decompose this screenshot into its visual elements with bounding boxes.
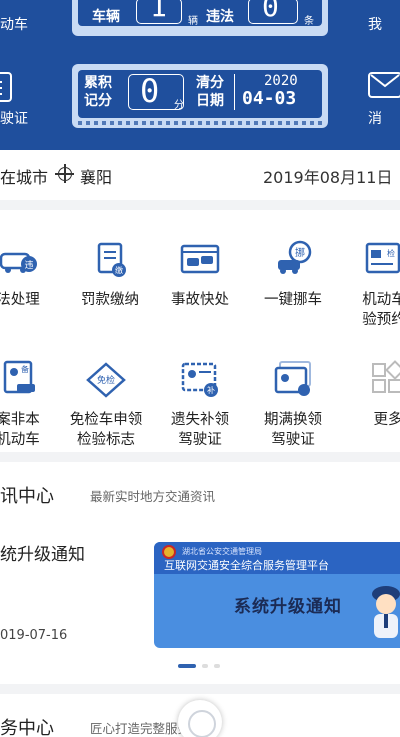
service-label: 罚款缴纳 [81, 292, 139, 308]
right-top-label: 我 [368, 17, 382, 33]
more-grid-icon [372, 360, 400, 393]
violation-unit: 条 [304, 16, 314, 27]
service-accident[interactable]: 事故快处 [152, 220, 248, 320]
move-car-icon: 挪 [278, 240, 312, 274]
license-icon [0, 72, 12, 102]
service-label: 法处理 [0, 292, 40, 308]
service-label: 案非本 机动车 [0, 412, 40, 448]
svg-text:检: 检 [387, 248, 395, 258]
exempt-label-icon: 免检 [86, 362, 126, 398]
violation-label: 违法 [206, 9, 234, 25]
accident-icon [180, 244, 220, 274]
car-violation-icon: 违 [0, 252, 37, 273]
points-card[interactable]: 累积 记分 0 分 清分 日期 2020 04-03 [72, 64, 328, 128]
svg-text:补: 补 [207, 385, 215, 395]
pager-dot [202, 664, 208, 668]
news-banner-image[interactable]: 湖北省公安交通管理局 互联网交通安全综合服务管理平台 系统升级通知 [154, 542, 400, 648]
svg-text:缴: 缴 [115, 265, 123, 275]
right-bottom-label: 消 [368, 111, 382, 127]
news-banner-headline: 系统升级通知 [234, 597, 342, 617]
service-nonlocal-vehicle[interactable]: 备 案非本 机动车 [0, 340, 66, 448]
service-violation[interactable]: 违 法处理 [0, 220, 66, 320]
vehicle-unit: 辆 [188, 16, 198, 27]
svg-text:备: 备 [21, 364, 29, 374]
points-value: 0 [140, 72, 160, 110]
news-banner-org: 互联网交通安全综合服务管理平台 [164, 559, 329, 572]
service-move-car[interactable]: 挪 一键挪车 [245, 220, 341, 320]
vehicle-count: 1 [150, 0, 167, 23]
service-renew-license[interactable]: 期满换领 驾驶证 [245, 340, 341, 448]
service-label: 免检车申领 检验标志 [69, 412, 143, 448]
service-label: 更多 [373, 412, 400, 428]
renew-license-icon [274, 361, 311, 396]
service-label: 机动车 验预约 [362, 292, 400, 328]
service-exempt-label[interactable]: 免检 免检车申领 检验标志 [58, 340, 154, 448]
service-lost-license[interactable]: 补 遗失补领 驾驶证 [152, 340, 248, 448]
news-item-date: 019-07-16 [0, 628, 68, 643]
nonlocal-vehicle-icon: 备 [3, 360, 35, 394]
service-label: 遗失补领 驾驶证 [171, 412, 229, 448]
svg-text:免检: 免检 [97, 374, 115, 385]
service-label: 一键挪车 [264, 292, 322, 308]
current-date: 2019年08月11日 [263, 168, 393, 187]
account-summary-banner: 动车 驶证 车辆 1 辆 违法 0 条 累积 记分 0 分 清分 日期 2020… [0, 0, 400, 150]
inspection-booking-icon: 检 [365, 242, 400, 274]
card-panel: 车辆 1 辆 违法 0 条 [78, 0, 322, 27]
clear-label-1: 清分 [196, 75, 224, 91]
service-inspection-booking[interactable]: 检 机动车 验预约 [336, 220, 400, 328]
city-label: 在城市 [0, 168, 49, 187]
vehicle-label: 车辆 [92, 9, 120, 25]
vehicle-violation-card[interactable]: 车辆 1 辆 违法 0 条 [72, 0, 328, 36]
news-section-title: 讯中心 [0, 486, 54, 507]
left-bottom-label: 驶证 [0, 111, 28, 127]
left-top-label: 动车 [0, 17, 28, 33]
points-label-2: 记分 [84, 93, 112, 109]
card-panel: 累积 记分 0 分 清分 日期 2020 04-03 [78, 70, 322, 118]
floating-action-button[interactable] [178, 700, 222, 737]
clear-month-day: 04-03 [242, 88, 297, 109]
location-bar: 在城市 襄阳 2019年08月11日 [0, 150, 400, 200]
violation-count: 0 [262, 0, 279, 23]
card-dots-decoration [78, 121, 322, 125]
news-center: 讯中心 最新实时地方交通资讯 统升级通知 019-07-16 湖北省公安交通管理… [0, 462, 400, 684]
message-icon [368, 72, 400, 98]
clear-year: 2020 [264, 73, 298, 89]
service-more[interactable]: 更多 [340, 340, 400, 440]
location-crosshair-icon[interactable] [55, 164, 74, 183]
news-banner-org-small: 湖北省公安交通管理局 [182, 547, 262, 556]
lost-license-icon: 补 [181, 362, 218, 397]
service-label: 期满换领 驾驶证 [264, 412, 322, 448]
points-label-1: 累积 [84, 75, 112, 91]
banner-left-edge[interactable]: 动车 驶证 [0, 0, 30, 150]
news-item-title[interactable]: 统升级通知 [0, 540, 85, 565]
fine-payment-icon: 缴 [97, 242, 126, 277]
service-fine-payment[interactable]: 缴 罚款缴纳 [62, 220, 158, 320]
service-label: 事故快处 [171, 292, 229, 308]
pager-dot [214, 664, 220, 668]
news-section-subtitle: 最新实时地方交通资讯 [90, 489, 216, 504]
svg-text:挪: 挪 [295, 246, 305, 259]
services-grid: 违 法处理 缴 罚款缴纳 事故快处 挪 一键挪车 检 机动车 验预约 备 案非本… [0, 210, 400, 452]
city-selector[interactable]: 襄阳 [80, 164, 112, 188]
pager-dot-active [178, 664, 196, 668]
card-divider [234, 74, 235, 110]
clear-label-2: 日期 [196, 93, 224, 109]
police-officer-icon [372, 586, 400, 638]
service-center-title: 务中心 [0, 718, 54, 737]
points-unit: 分 [174, 100, 184, 111]
banner-right-edge[interactable]: 我 消 [368, 0, 400, 150]
svg-text:违: 违 [24, 260, 33, 270]
